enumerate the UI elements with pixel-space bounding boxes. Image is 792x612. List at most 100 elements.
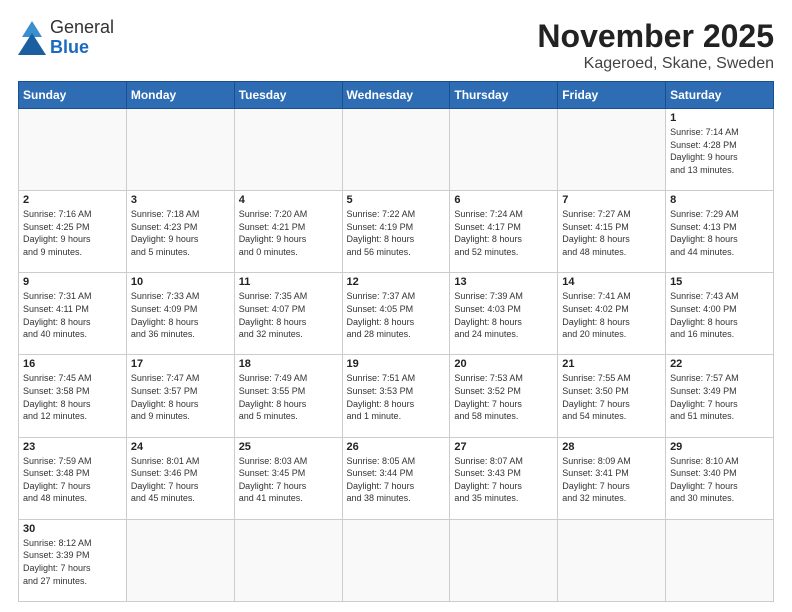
day-number-25: 25 (239, 441, 338, 453)
calendar-cell-4-1: 24 Sunrise: 8:01 AM Sunset: 3:46 PM Dayli… (126, 437, 234, 519)
day-info-12: Sunrise: 7:37 AM Sunset: 4:05 PM Dayligh… (347, 290, 446, 340)
logo: General Blue (18, 18, 114, 58)
day-info-9: Sunrise: 7:31 AM Sunset: 4:11 PM Dayligh… (23, 290, 122, 340)
calendar-title: November 2025 (537, 18, 774, 55)
calendar-cell-3-4: 20Sunrise: 7:53 AM Sunset: 3:52 PM Dayli… (450, 355, 558, 437)
day-info-25: Sunrise: 8:03 AM Sunset: 3:45 PM Dayligh… (239, 455, 338, 505)
day-number-7: 7 (562, 194, 661, 206)
calendar-cell-2-3: 12 Sunrise: 7:37 AM Sunset: 4:05 PM Dayli… (342, 273, 450, 355)
day-number-18: 18 (239, 358, 338, 370)
calendar-cell-1-1: 3Sunrise: 7:18 AM Sunset: 4:23 PM Daylig… (126, 191, 234, 273)
calendar-cell-0-6: 1Sunrise: 7:14 AM Sunset: 4:28 PM Daylig… (666, 109, 774, 191)
day-number-2: 2 (23, 194, 122, 206)
day-info-30: Sunrise: 8:12 AM Sunset: 3:39 PM Dayligh… (23, 537, 122, 587)
header-saturday: Saturday (666, 82, 774, 109)
day-number-29: 29 (670, 441, 769, 453)
calendar-cell-3-1: 17Sunrise: 7:47 AM Sunset: 3:57 PM Dayli… (126, 355, 234, 437)
day-info-26: Sunrise: 8:05 AM Sunset: 3:44 PM Dayligh… (347, 455, 446, 505)
week-row-1: 2 Sunrise: 7:16 AM Sunset: 4:25 PM Daylig… (19, 191, 774, 273)
week-row-5: 30 Sunrise: 8:12 AM Sunset: 3:39 PM Dayli… (19, 519, 774, 601)
calendar-cell-3-6: 22Sunrise: 7:57 AM Sunset: 3:49 PM Dayli… (666, 355, 774, 437)
calendar-cell-4-4: 27 Sunrise: 8:07 AM Sunset: 3:43 PM Dayli… (450, 437, 558, 519)
day-number-10: 10 (131, 276, 230, 288)
day-info-14: Sunrise: 7:41 AM Sunset: 4:02 PM Dayligh… (562, 290, 661, 340)
calendar-cell-1-5: 7 Sunrise: 7:27 AM Sunset: 4:15 PM Daylig… (558, 191, 666, 273)
day-number-15: 15 (670, 276, 769, 288)
header: General Blue November 2025 Kageroed, Ska… (18, 18, 774, 73)
day-info-13: Sunrise: 7:39 AM Sunset: 4:03 PM Dayligh… (454, 290, 553, 340)
header-tuesday: Tuesday (234, 82, 342, 109)
day-info-21: Sunrise: 7:55 AM Sunset: 3:50 PM Dayligh… (562, 372, 661, 422)
calendar-cell-3-3: 19 Sunrise: 7:51 AM Sunset: 3:53 PM Dayli… (342, 355, 450, 437)
day-info-28: Sunrise: 8:09 AM Sunset: 3:41 PM Dayligh… (562, 455, 661, 505)
calendar-table: Sunday Monday Tuesday Wednesday Thursday… (18, 81, 774, 602)
week-row-4: 23Sunrise: 7:59 AM Sunset: 3:48 PM Dayli… (19, 437, 774, 519)
day-info-18: Sunrise: 7:49 AM Sunset: 3:55 PM Dayligh… (239, 372, 338, 422)
calendar-cell-0-3 (342, 109, 450, 191)
day-number-6: 6 (454, 194, 553, 206)
day-number-27: 27 (454, 441, 553, 453)
calendar-cell-1-3: 5 Sunrise: 7:22 AM Sunset: 4:19 PM Daylig… (342, 191, 450, 273)
calendar-subtitle: Kageroed, Skane, Sweden (537, 55, 774, 73)
day-info-24: Sunrise: 8:01 AM Sunset: 3:46 PM Dayligh… (131, 455, 230, 505)
calendar-cell-2-1: 10Sunrise: 7:33 AM Sunset: 4:09 PM Dayli… (126, 273, 234, 355)
day-info-6: Sunrise: 7:24 AM Sunset: 4:17 PM Dayligh… (454, 208, 553, 258)
day-number-14: 14 (562, 276, 661, 288)
calendar-cell-5-5 (558, 519, 666, 601)
day-info-4: Sunrise: 7:20 AM Sunset: 4:21 PM Dayligh… (239, 208, 338, 258)
page: General Blue November 2025 Kageroed, Ska… (0, 0, 792, 612)
calendar-cell-1-2: 4 Sunrise: 7:20 AM Sunset: 4:21 PM Daylig… (234, 191, 342, 273)
day-number-19: 19 (347, 358, 446, 370)
day-number-4: 4 (239, 194, 338, 206)
day-number-21: 21 (562, 358, 661, 370)
calendar-cell-0-1 (126, 109, 234, 191)
day-info-7: Sunrise: 7:27 AM Sunset: 4:15 PM Dayligh… (562, 208, 661, 258)
day-number-24: 24 (131, 441, 230, 453)
calendar-cell-1-6: 8Sunrise: 7:29 AM Sunset: 4:13 PM Daylig… (666, 191, 774, 273)
week-row-2: 9 Sunrise: 7:31 AM Sunset: 4:11 PM Daylig… (19, 273, 774, 355)
logo-icon (18, 21, 46, 55)
day-number-9: 9 (23, 276, 122, 288)
day-number-26: 26 (347, 441, 446, 453)
header-wednesday: Wednesday (342, 82, 450, 109)
calendar-cell-4-3: 26 Sunrise: 8:05 AM Sunset: 3:44 PM Dayli… (342, 437, 450, 519)
day-number-30: 30 (23, 523, 122, 535)
logo-triangle-bottom (18, 33, 46, 55)
calendar-cell-5-6 (666, 519, 774, 601)
day-info-15: Sunrise: 7:43 AM Sunset: 4:00 PM Dayligh… (670, 290, 769, 340)
day-info-2: Sunrise: 7:16 AM Sunset: 4:25 PM Dayligh… (23, 208, 122, 258)
title-block: November 2025 Kageroed, Skane, Sweden (537, 18, 774, 73)
day-number-17: 17 (131, 358, 230, 370)
calendar-cell-5-2 (234, 519, 342, 601)
day-info-16: Sunrise: 7:45 AM Sunset: 3:58 PM Dayligh… (23, 372, 122, 422)
calendar-cell-3-2: 18 Sunrise: 7:49 AM Sunset: 3:55 PM Dayli… (234, 355, 342, 437)
day-info-19: Sunrise: 7:51 AM Sunset: 3:53 PM Dayligh… (347, 372, 446, 422)
header-sunday: Sunday (19, 82, 127, 109)
calendar-cell-4-2: 25 Sunrise: 8:03 AM Sunset: 3:45 PM Dayli… (234, 437, 342, 519)
day-info-27: Sunrise: 8:07 AM Sunset: 3:43 PM Dayligh… (454, 455, 553, 505)
day-number-13: 13 (454, 276, 553, 288)
day-info-1: Sunrise: 7:14 AM Sunset: 4:28 PM Dayligh… (670, 126, 769, 176)
day-info-20: Sunrise: 7:53 AM Sunset: 3:52 PM Dayligh… (454, 372, 553, 422)
day-number-5: 5 (347, 194, 446, 206)
calendar-cell-5-0: 30 Sunrise: 8:12 AM Sunset: 3:39 PM Dayli… (19, 519, 127, 601)
calendar-cell-4-6: 29Sunrise: 8:10 AM Sunset: 3:40 PM Dayli… (666, 437, 774, 519)
logo-text: General Blue (50, 18, 114, 58)
day-number-8: 8 (670, 194, 769, 206)
day-number-11: 11 (239, 276, 338, 288)
calendar-cell-0-4 (450, 109, 558, 191)
calendar-cell-5-1 (126, 519, 234, 601)
calendar-cell-0-0 (19, 109, 127, 191)
day-number-22: 22 (670, 358, 769, 370)
calendar-cell-4-0: 23Sunrise: 7:59 AM Sunset: 3:48 PM Dayli… (19, 437, 127, 519)
day-number-23: 23 (23, 441, 122, 453)
day-number-28: 28 (562, 441, 661, 453)
calendar-cell-2-2: 11Sunrise: 7:35 AM Sunset: 4:07 PM Dayli… (234, 273, 342, 355)
header-friday: Friday (558, 82, 666, 109)
logo-line2: Blue (50, 38, 114, 58)
day-info-5: Sunrise: 7:22 AM Sunset: 4:19 PM Dayligh… (347, 208, 446, 258)
logo-line1: General (50, 18, 114, 38)
header-thursday: Thursday (450, 82, 558, 109)
calendar-cell-2-4: 13 Sunrise: 7:39 AM Sunset: 4:03 PM Dayli… (450, 273, 558, 355)
day-number-12: 12 (347, 276, 446, 288)
